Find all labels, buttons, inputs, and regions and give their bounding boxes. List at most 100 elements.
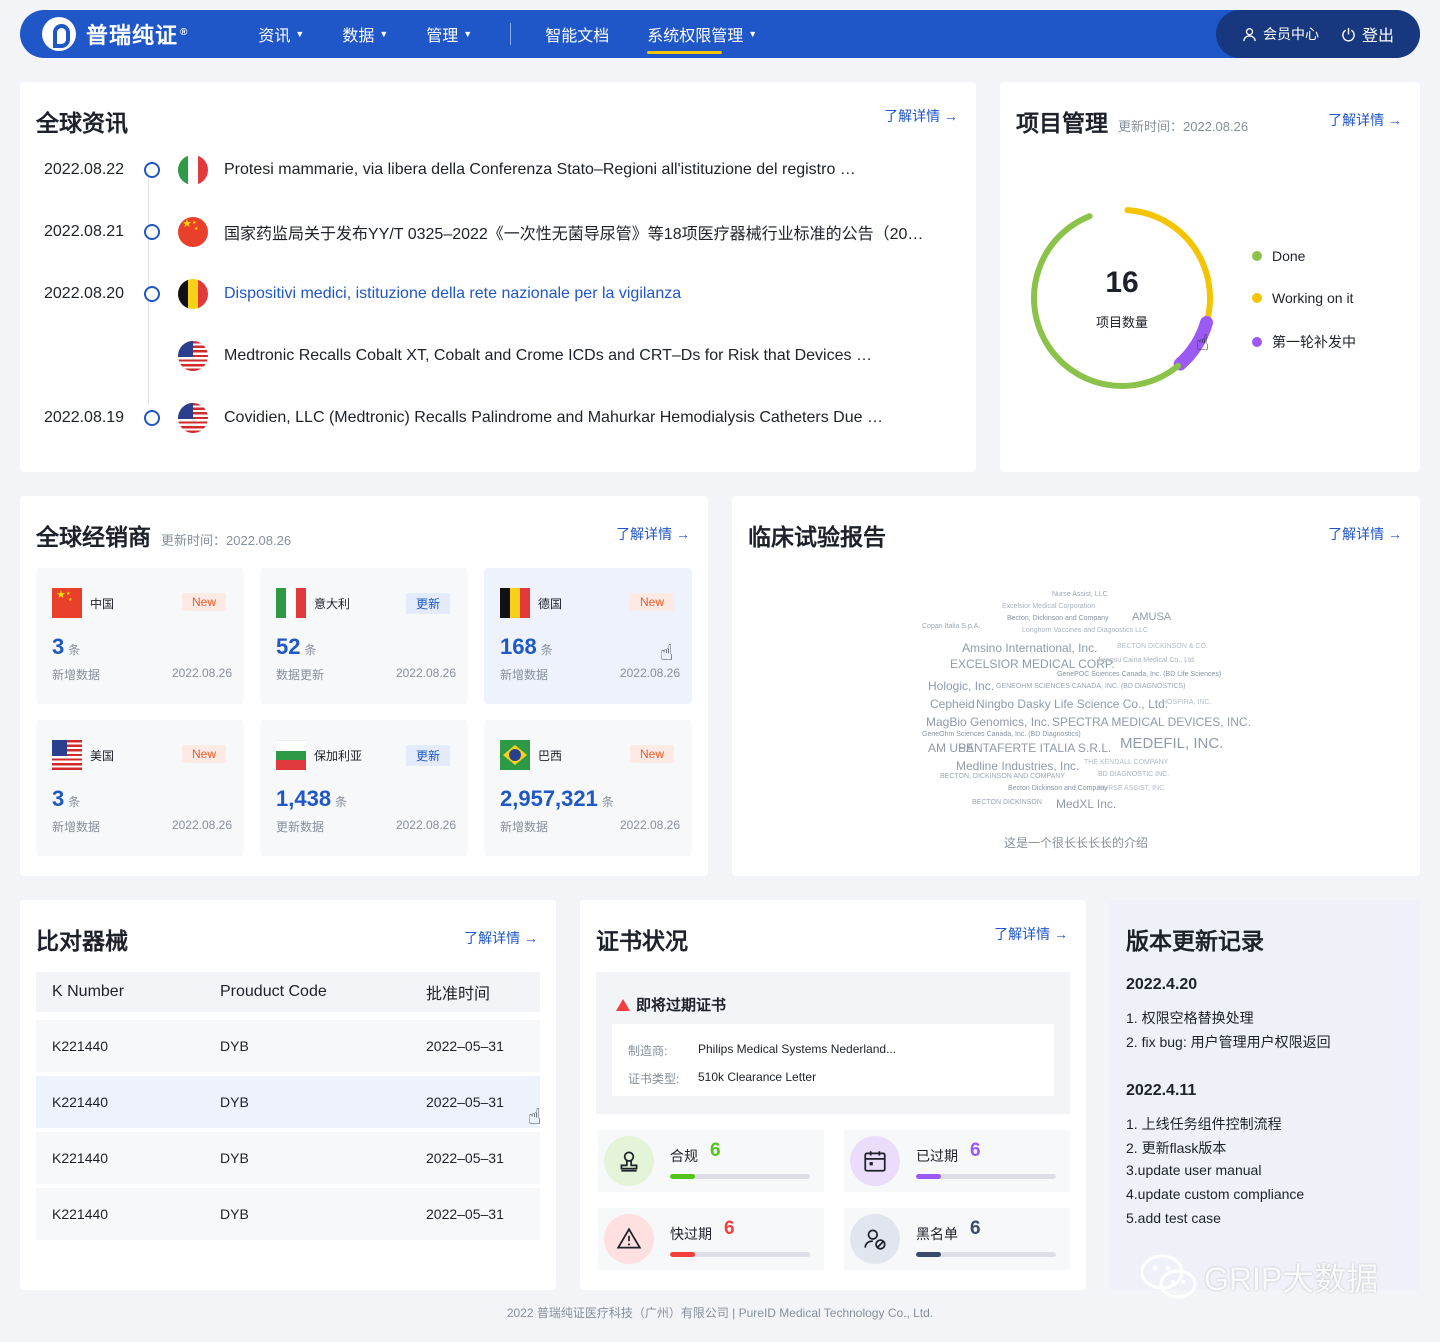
- word-cloud-term: BD DIAGNOSTIC INC.: [1098, 771, 1170, 778]
- news-headline[interactable]: Medtronic Recalls Cobalt XT, Cobalt and …: [224, 347, 872, 365]
- changelog-item: 3.update user manual: [1126, 1162, 1262, 1178]
- logo[interactable]: 普瑞纯证 ®: [42, 17, 188, 51]
- approval-date-cell: 2022–05–31: [426, 1150, 504, 1166]
- news-headline[interactable]: 国家药监局关于发布YY/T 0325–2022《一次性无菌导尿管》等18项医疗器…: [224, 220, 923, 244]
- chevron-down-icon: ▼: [295, 29, 305, 39]
- news-item[interactable]: 2022.08.21 ★ ★ ★ 国家药监局关于发布YY/T 0325–2022《一次性…: [44, 212, 923, 252]
- compare-more-link[interactable]: 了解详情 →: [464, 928, 538, 948]
- cert-stat[interactable]: 合规 6: [598, 1130, 824, 1192]
- legend-item[interactable]: 第一轮补发中: [1252, 332, 1356, 352]
- stat-label: 合规: [670, 1148, 698, 1164]
- menu-item-data[interactable]: 数据 ▼: [342, 10, 388, 58]
- k-number-cell: K221440: [52, 1094, 109, 1110]
- user-block-icon: [850, 1214, 900, 1264]
- news-more-link[interactable]: 了解详情 →: [884, 106, 958, 126]
- word-cloud-term: Ningbo Dasky Life Science Co., Ltd.: [976, 697, 1169, 711]
- timeline-dot: [144, 162, 160, 178]
- expiring-cert-box[interactable]: 即将过期证书 制造商: Philips Medical Systems Neder…: [596, 972, 1070, 1114]
- stat-progress-bar: [916, 1252, 1056, 1257]
- flag-icon: [178, 279, 208, 309]
- record-label: 更新数据: [276, 820, 325, 834]
- table-header: K Number Prouduct Code 批准时间: [36, 972, 540, 1012]
- news-item[interactable]: 2022.08.20 Dispositivi medici, istituzion…: [44, 274, 681, 314]
- manufacturer-row: 制造商: Philips Medical Systems Nederland...: [628, 1042, 897, 1058]
- stat-progress-fill: [916, 1252, 942, 1257]
- menu-item-manage[interactable]: 管理 ▼: [426, 10, 472, 58]
- clinical-card: 临床试验报告 了解详情 → Nurse Assist, LLC Excelsior…: [732, 496, 1420, 876]
- chevron-down-icon: ▼: [748, 29, 758, 39]
- word-cloud-term: Becton Dickinson and Company: [1008, 785, 1108, 792]
- member-center-link[interactable]: 会员中心: [1242, 24, 1319, 44]
- record-count: 2,957,321 条: [500, 786, 614, 811]
- distributor-tile[interactable]: 意大利 更新 52 条数据更新 2022.08.26: [260, 568, 468, 704]
- legend-item[interactable]: Working on it: [1252, 290, 1353, 306]
- power-icon: [1342, 27, 1355, 41]
- distributors-more-link[interactable]: 了解详情 →: [616, 524, 690, 544]
- distributors-card: 全球经销商 更新时间：2022.08.26 了解详情 → ★ ★ ★ 中国 New 3 条新增…: [20, 496, 708, 876]
- legend-dot: [1252, 251, 1262, 261]
- news-item[interactable]: 2022.08.19 Covidien, LLC (Medtronic) Reca…: [44, 398, 883, 438]
- table-row[interactable]: K221440 DYB 2022–05–31: [36, 1132, 540, 1184]
- stat-label: 黑名单: [916, 1226, 958, 1242]
- country-name: 保加利亚: [314, 749, 363, 763]
- column-header[interactable]: K Number: [36, 983, 220, 1001]
- warning-icon: [616, 998, 630, 1011]
- certs-more-link[interactable]: 了解详情 →: [994, 924, 1068, 944]
- menu-item-news[interactable]: 资讯 ▼: [258, 10, 304, 58]
- approval-date-cell: 2022–05–31: [426, 1038, 504, 1054]
- flag-icon: [500, 588, 530, 618]
- news-item[interactable]: 2022.08.22 Protesi mammarie, via libera d…: [44, 150, 856, 190]
- distributor-tile[interactable]: ★ ★ ★ 中国 New 3 条新增数据 2022.08.26: [36, 568, 244, 704]
- country-name: 美国: [90, 749, 115, 763]
- table-row[interactable]: K221440 DYB 2022–05–31: [36, 1076, 540, 1128]
- chevron-down-icon: ▼: [463, 29, 473, 39]
- changelog-card: 版本更新记录 2022.4.20 1. 权限空格替换处理 2. fix bug: 用…: [1110, 900, 1420, 1290]
- news-headline[interactable]: Dispositivi medici, istituzione della re…: [224, 285, 681, 303]
- word-cloud-term: SPECTRA MEDICAL DEVICES, INC.: [1052, 715, 1251, 729]
- flag-icon: [500, 740, 530, 770]
- product-code-cell: DYB: [220, 1150, 249, 1166]
- changelog-item: 4.update custom compliance: [1126, 1186, 1305, 1202]
- news-headline[interactable]: Protesi mammarie, via libera della Confe…: [224, 161, 856, 179]
- expiring-cert-detail: 制造商: Philips Medical Systems Nederland...…: [612, 1024, 1054, 1096]
- legend-label: Working on it: [1272, 290, 1354, 306]
- news-headline[interactable]: Covidien, LLC (Medtronic) Recalls Palind…: [224, 409, 883, 427]
- menu-item-permissions[interactable]: 系统权限管理 ▼: [647, 10, 757, 58]
- record-label: 数据更新: [276, 668, 325, 682]
- logo-text: 普瑞纯证 ®: [86, 23, 189, 48]
- news-title: 全球资讯: [36, 110, 128, 136]
- project-more-link[interactable]: 了解详情 →: [1328, 110, 1402, 130]
- cert-stat[interactable]: 快过期 6: [598, 1208, 824, 1270]
- word-cloud-term: BECTON DICKINSON & CO.: [1117, 643, 1208, 650]
- word-cloud-term: Longhorn Vaccines and Diagnostics LLC: [1022, 627, 1148, 634]
- distributor-tile[interactable]: 巴西 New 2,957,321 条新增数据 2022.08.26: [484, 720, 692, 856]
- distributor-tile[interactable]: 美国 New 3 条新增数据 2022.08.26: [36, 720, 244, 856]
- clinical-more-link[interactable]: 了解详情 →: [1328, 524, 1402, 544]
- status-badge: New: [629, 593, 674, 611]
- k-number-cell: K221440: [52, 1038, 109, 1054]
- news-item[interactable]: Medtronic Recalls Cobalt XT, Cobalt and …: [44, 336, 872, 376]
- column-header[interactable]: 批准时间: [426, 980, 540, 1004]
- calendar-icon: [850, 1136, 900, 1186]
- record-count: 1,438 条: [276, 786, 348, 811]
- flag-icon: [52, 740, 82, 770]
- flag-icon: [178, 341, 208, 371]
- distributor-tile[interactable]: 保加利亚 更新 1,438 条更新数据 2022.08.26: [260, 720, 468, 856]
- record-count: 3条: [52, 634, 81, 659]
- column-header[interactable]: Prouduct Code: [220, 983, 426, 1001]
- table-row[interactable]: K221440 DYB 2022–05–31: [36, 1020, 540, 1072]
- distributor-tile[interactable]: 德国 New 168 条新增数据 2022.08.26: [484, 568, 692, 704]
- table-row[interactable]: K221440 DYB 2022–05–31: [36, 1188, 540, 1240]
- word-cloud-term: Cepheid: [930, 697, 975, 711]
- legend-item[interactable]: Done: [1252, 248, 1305, 264]
- menu-item-smart-docs[interactable]: 智能文档: [545, 10, 609, 58]
- legend-dot: [1252, 337, 1262, 347]
- word-cloud-term: MEDEFIL, INC.: [1120, 735, 1224, 752]
- product-code-cell: DYB: [220, 1206, 249, 1222]
- word-cloud-term: AMUSA: [1132, 611, 1172, 623]
- cert-stat[interactable]: 黑名单 6: [844, 1208, 1070, 1270]
- donut-segment[interactable]: [1031, 213, 1182, 389]
- logout-button[interactable]: 登出: [1341, 22, 1394, 46]
- cert-stat[interactable]: 已过期 6: [844, 1130, 1070, 1192]
- compare-title: 比对器械: [36, 928, 128, 954]
